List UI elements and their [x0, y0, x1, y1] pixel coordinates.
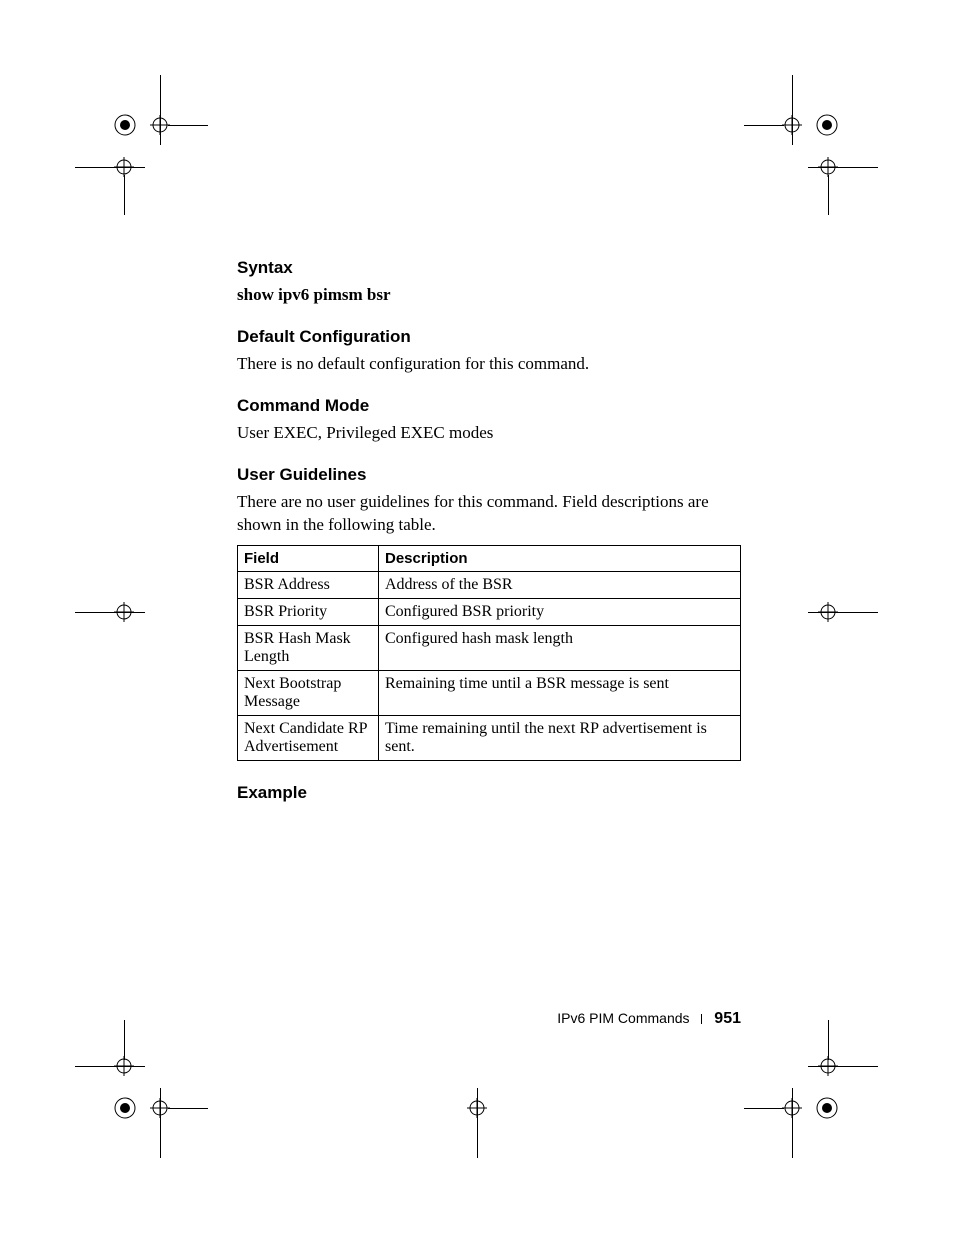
heading-example: Example: [237, 783, 741, 803]
footer-separator: [701, 1014, 702, 1024]
table-cell-description: Configured BSR priority: [379, 598, 741, 625]
page-footer: IPv6 PIM Commands 951: [237, 1010, 741, 1028]
table-cell-description: Remaining time until a BSR message is se…: [379, 670, 741, 715]
table-row: BSR Priority Configured BSR priority: [238, 598, 741, 625]
content-area: Syntax show ipv6 pimsm bsr Default Confi…: [237, 258, 741, 803]
table-row: BSR Hash Mask Length Configured hash mas…: [238, 625, 741, 670]
table-cell-description: Address of the BSR: [379, 571, 741, 598]
table-cell-field: Next Candidate RP Advertisement: [238, 715, 379, 760]
body-user-guidelines: There are no user guidelines for this co…: [237, 491, 741, 537]
table-row: Next Candidate RP Advertisement Time rem…: [238, 715, 741, 760]
heading-user-guidelines: User Guidelines: [237, 465, 741, 485]
body-default-config: There is no default configuration for th…: [237, 353, 741, 376]
table-header-row: Field Description: [238, 545, 741, 571]
table-cell-field: BSR Hash Mask Length: [238, 625, 379, 670]
table-header-field: Field: [238, 545, 379, 571]
table-cell-field: Next Bootstrap Message: [238, 670, 379, 715]
table-row: BSR Address Address of the BSR: [238, 571, 741, 598]
body-command-mode: User EXEC, Privileged EXEC modes: [237, 422, 741, 445]
footer-chapter: IPv6 PIM Commands: [557, 1010, 689, 1026]
field-description-table: Field Description BSR Address Address of…: [237, 545, 741, 761]
table-header-description: Description: [379, 545, 741, 571]
footer-page-number: 951: [714, 1010, 741, 1027]
table-cell-field: BSR Address: [238, 571, 379, 598]
heading-syntax: Syntax: [237, 258, 741, 278]
heading-command-mode: Command Mode: [237, 396, 741, 416]
table-cell-description: Time remaining until the next RP adverti…: [379, 715, 741, 760]
table-cell-field: BSR Priority: [238, 598, 379, 625]
table-cell-description: Configured hash mask length: [379, 625, 741, 670]
page: Syntax show ipv6 pimsm bsr Default Confi…: [0, 0, 954, 1235]
heading-default-config: Default Configuration: [237, 327, 741, 347]
table-row: Next Bootstrap Message Remaining time un…: [238, 670, 741, 715]
body-syntax: show ipv6 pimsm bsr: [237, 284, 741, 307]
